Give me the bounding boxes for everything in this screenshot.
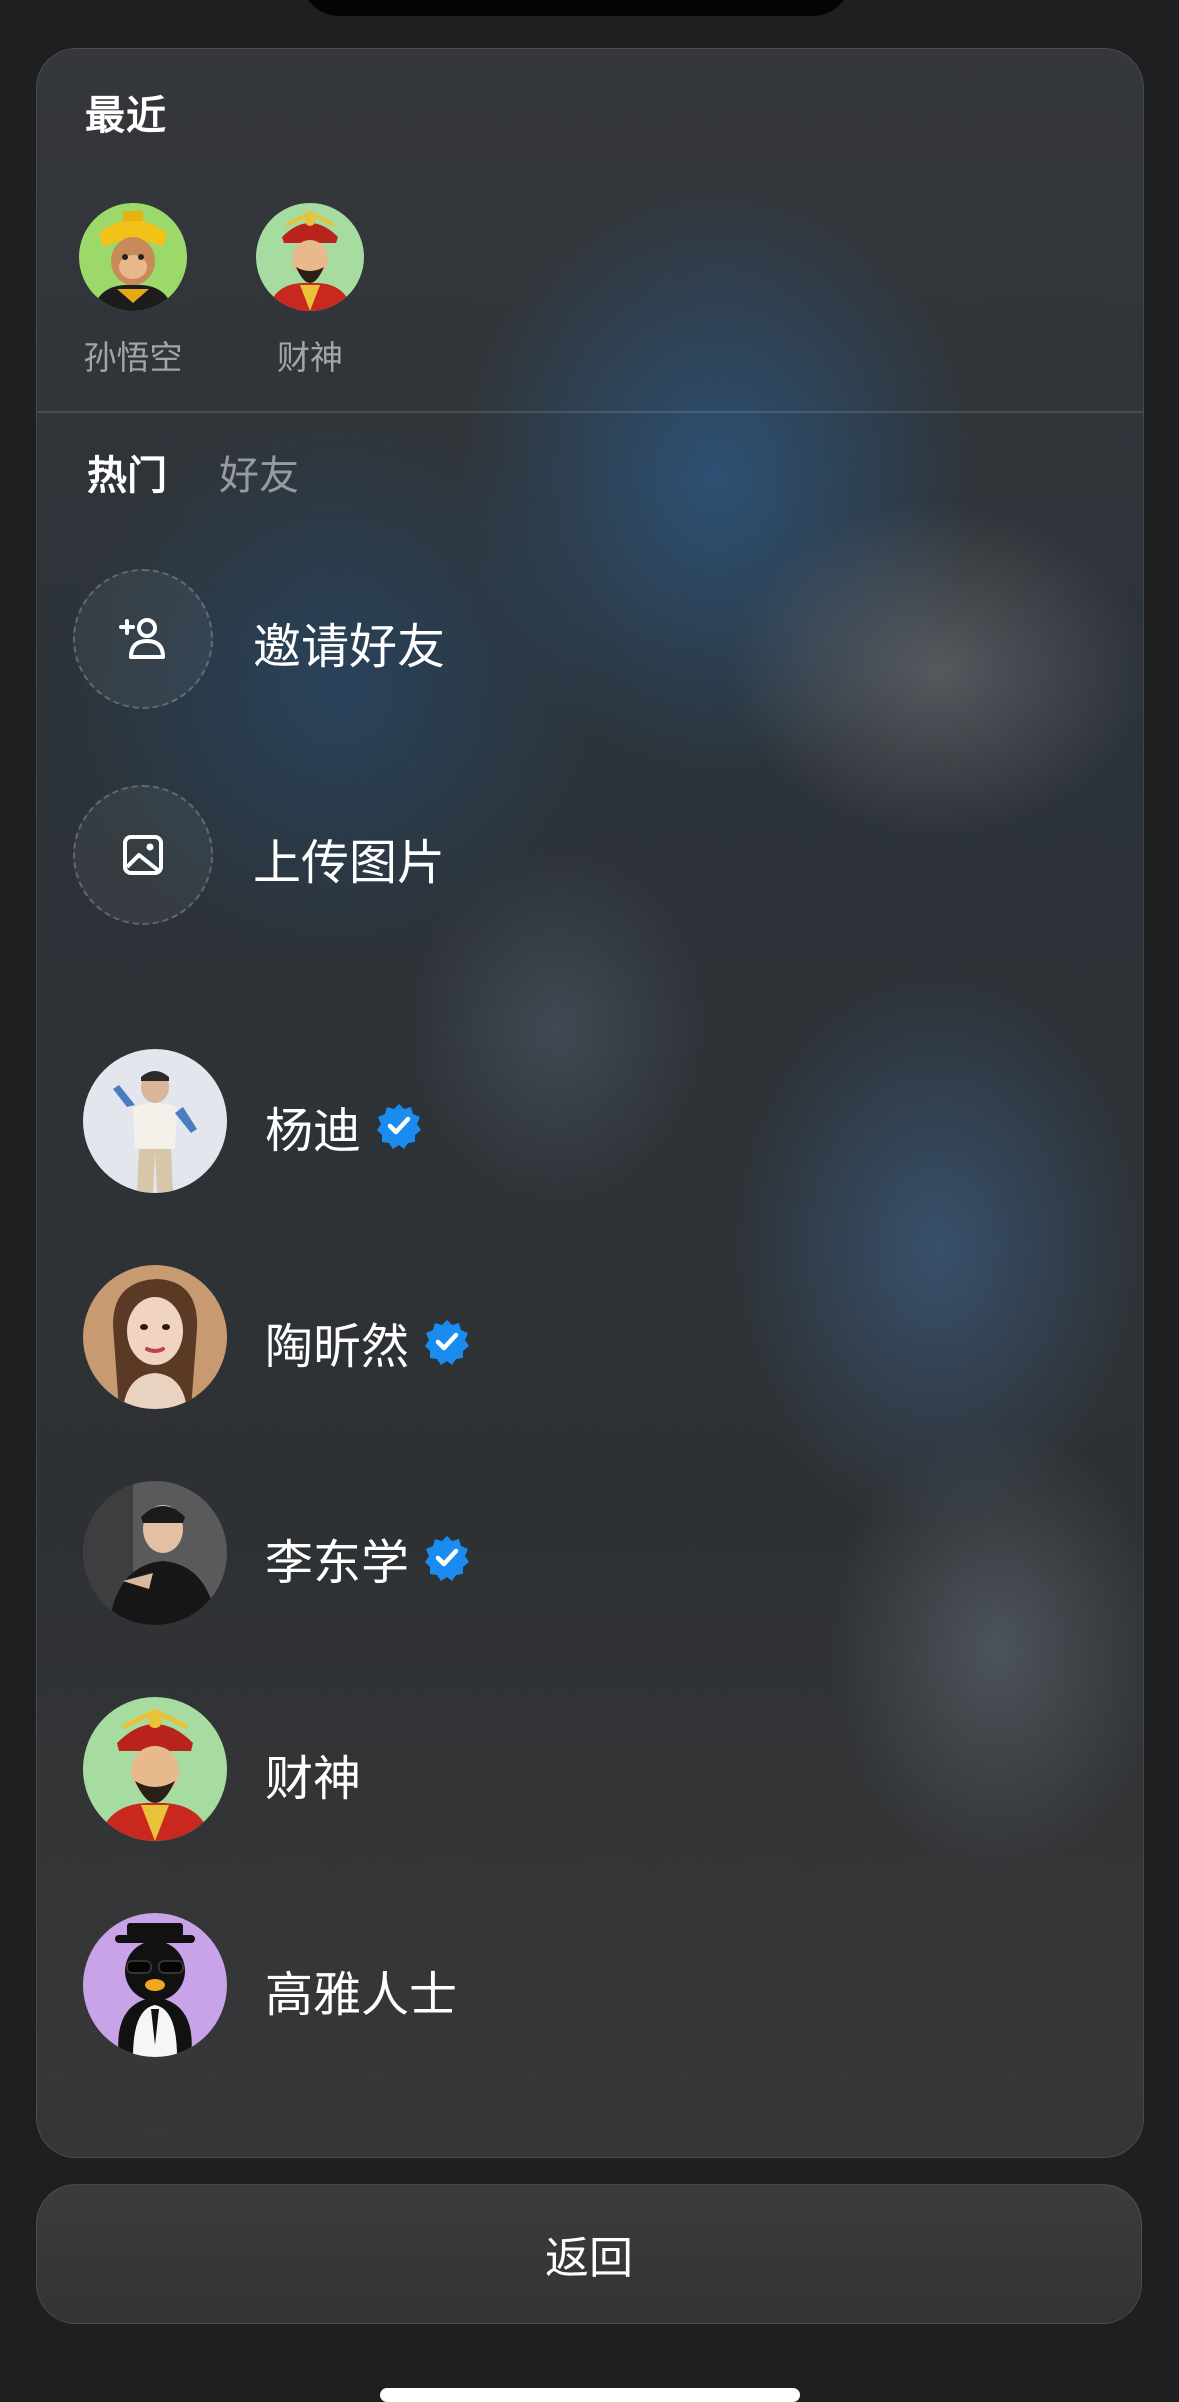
upload-image-button[interactable]: [73, 785, 213, 925]
verified-badge-icon: [425, 1536, 470, 1581]
god-of-wealth-avatar: [83, 1697, 227, 1841]
category-tabs: 热门 好友: [87, 443, 299, 501]
contact-name-group: 杨迪: [265, 1091, 423, 1161]
share-panel: 最近 孙悟空 财神 热门 好友 邀请好友 上传图片 杨迪 陶昕然 李东学 财神 …: [36, 48, 1144, 2158]
recent-item-cai-shen[interactable]: 财神: [254, 203, 366, 379]
invite-friends-row[interactable]: 邀请好友: [37, 569, 1143, 729]
recent-item-sun-wukong[interactable]: 孙悟空: [77, 203, 189, 379]
contact-row-li-dongxue[interactable]: 李东学: [37, 1481, 1143, 1641]
contact-name-group: 财神: [265, 1739, 361, 1809]
upload-image-label: 上传图片: [253, 837, 446, 890]
contact-name: 陶昕然: [265, 1321, 410, 1374]
man-white-vest-avatar: [83, 1049, 227, 1193]
contact-name: 高雅人士: [265, 1969, 458, 2022]
man-dark-suit-avatar: [83, 1481, 227, 1625]
tab-friends[interactable]: 好友: [219, 443, 299, 501]
recent-contacts: 孙悟空 财神: [77, 203, 366, 379]
invite-friends-label: 邀请好友: [253, 621, 446, 674]
god-of-wealth-avatar: [256, 203, 364, 311]
recent-item-label: 孙悟空: [83, 339, 183, 376]
contact-row-gaoya-renshi[interactable]: 高雅人士: [37, 1913, 1143, 2073]
device-notch: [300, 0, 852, 16]
invite-friends-button[interactable]: [73, 569, 213, 709]
image-icon: [123, 835, 163, 875]
contact-row-tao-xinran[interactable]: 陶昕然: [37, 1265, 1143, 1425]
contact-name: 财神: [265, 1753, 362, 1806]
contact-name: 李东学: [265, 1537, 410, 1590]
recent-item-label: 财神: [277, 339, 343, 376]
woman-portrait-avatar: [83, 1265, 227, 1409]
upload-image-row[interactable]: 上传图片: [37, 785, 1143, 945]
contact-name: 杨迪: [265, 1105, 362, 1158]
contact-row-yang-di[interactable]: 杨迪: [37, 1049, 1143, 1209]
contact-row-cai-shen[interactable]: 财神: [37, 1697, 1143, 1857]
penguin-sunglasses-avatar: [83, 1913, 227, 2057]
verified-badge-icon: [425, 1320, 470, 1365]
contact-name-group: 李东学: [265, 1523, 471, 1593]
home-indicator[interactable]: [380, 2388, 800, 2402]
monkey-king-avatar: [79, 203, 187, 311]
contact-name-group: 陶昕然: [265, 1307, 471, 1377]
list-fade-overlay: [37, 2067, 1143, 2157]
contact-name-group: 高雅人士: [265, 1955, 457, 2025]
add-person-icon: [119, 618, 165, 659]
verified-badge-icon: [377, 1104, 422, 1149]
recent-section-title: 最近: [85, 94, 167, 138]
back-button[interactable]: 返回: [36, 2184, 1142, 2324]
tab-popular[interactable]: 热门: [87, 443, 167, 501]
section-divider: [37, 411, 1143, 413]
